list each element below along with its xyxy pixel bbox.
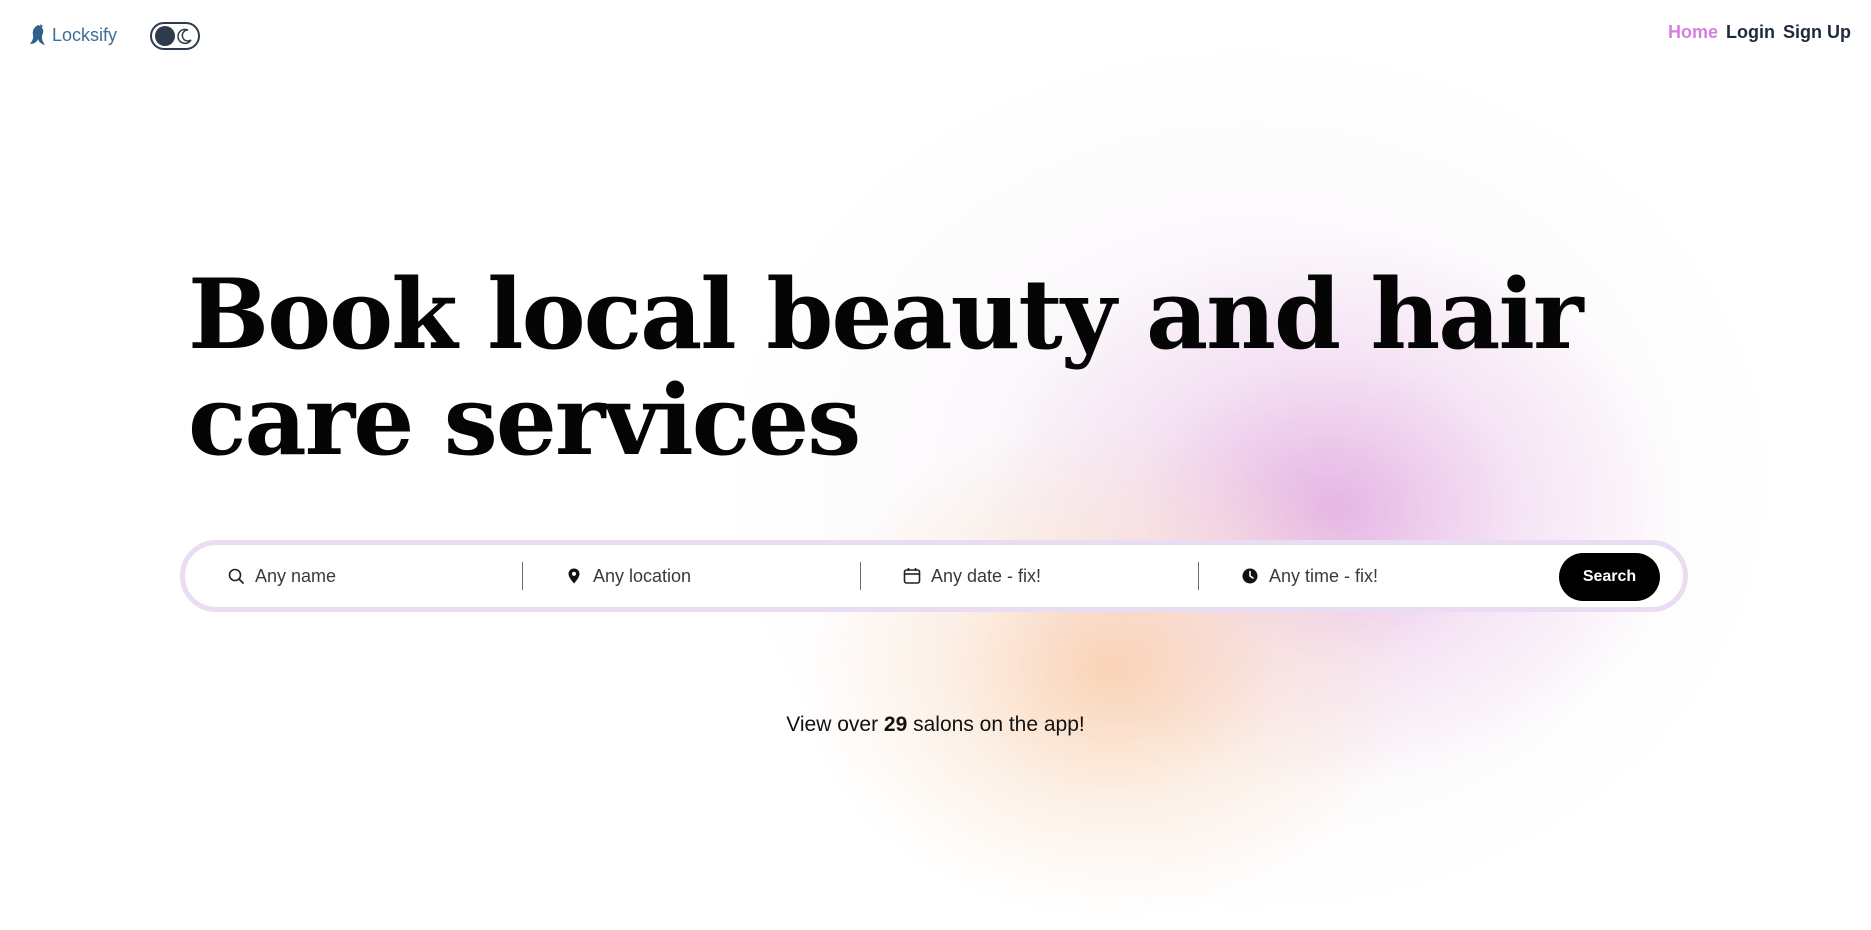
search-icon bbox=[228, 568, 244, 584]
theme-toggle[interactable] bbox=[150, 22, 200, 50]
toggle-knob bbox=[155, 26, 175, 46]
date-field bbox=[861, 545, 1198, 607]
moon-icon bbox=[177, 28, 192, 45]
date-input[interactable] bbox=[931, 565, 1171, 587]
salon-count: 29 bbox=[883, 713, 908, 736]
main-nav: Home Login Sign Up bbox=[1668, 22, 1851, 43]
time-field bbox=[1199, 545, 1536, 607]
brand-logo[interactable]: Locksify bbox=[28, 22, 117, 48]
location-pin-icon bbox=[568, 568, 580, 584]
location-input[interactable] bbox=[593, 565, 833, 587]
time-input[interactable] bbox=[1269, 565, 1509, 587]
brand-name: Locksify bbox=[52, 24, 118, 45]
top-bar: Locksify Home Login Sign Up bbox=[0, 0, 1871, 72]
name-input[interactable] bbox=[255, 565, 495, 587]
salon-count-text: View over 29 salons on the app! bbox=[0, 713, 1871, 737]
name-field bbox=[185, 545, 522, 607]
nav-signup[interactable]: Sign Up bbox=[1783, 22, 1851, 43]
clock-icon bbox=[1242, 568, 1258, 584]
logo-icon bbox=[30, 24, 45, 45]
nav-login[interactable]: Login bbox=[1726, 22, 1775, 43]
location-field bbox=[523, 545, 860, 607]
stat-suffix: salons on the app! bbox=[913, 713, 1085, 736]
calendar-icon bbox=[903, 568, 921, 584]
search-bar: Search bbox=[180, 540, 1688, 612]
background-orange-blob bbox=[800, 420, 1420, 920]
hero-title: Book local beauty and hair care services bbox=[188, 258, 1584, 477]
background-halo bbox=[720, 40, 1780, 920]
nav-home[interactable]: Home bbox=[1668, 22, 1718, 43]
stat-prefix: View over bbox=[786, 713, 879, 736]
search-button[interactable]: Search bbox=[1559, 553, 1660, 601]
